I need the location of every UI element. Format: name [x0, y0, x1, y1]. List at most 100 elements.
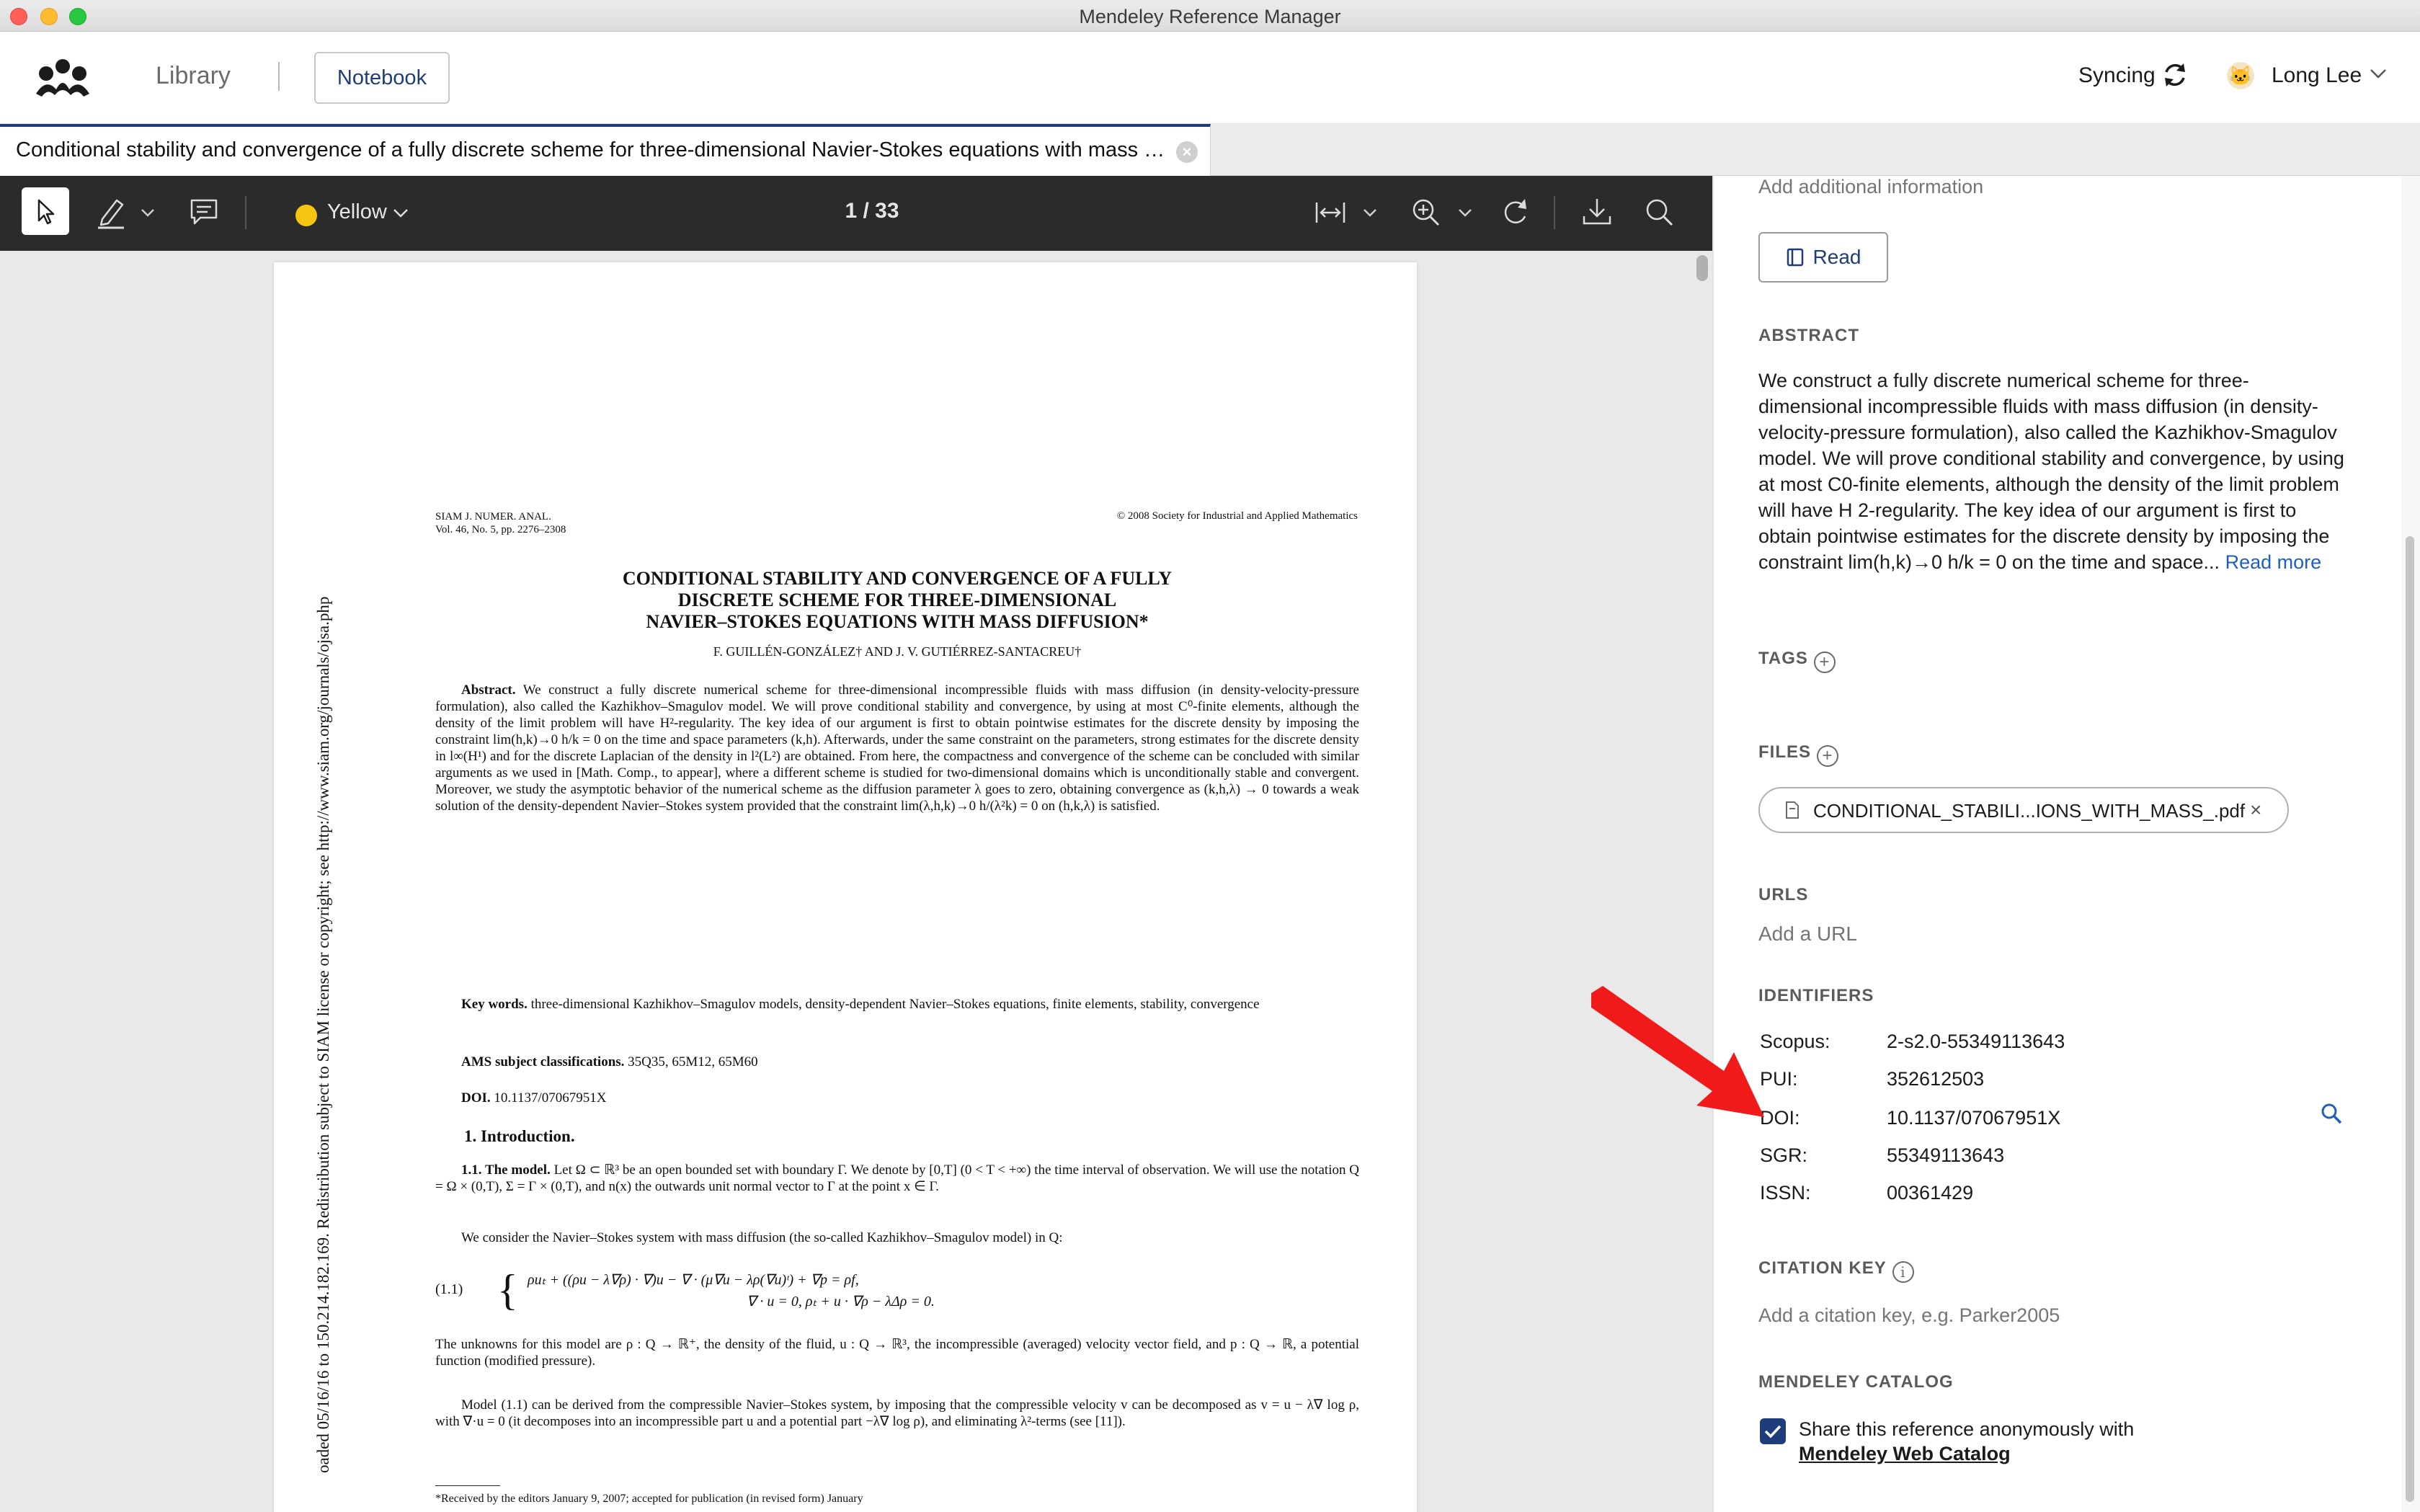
- download-icon[interactable]: [1581, 196, 1613, 228]
- document-tab[interactable]: Conditional stability and convergence of…: [0, 124, 1211, 176]
- highlighter-pen-icon[interactable]: [95, 195, 127, 231]
- pdf-scrollbar[interactable]: [1692, 251, 1712, 1512]
- remove-file-icon[interactable]: ×: [2250, 799, 2261, 822]
- identifier-row-doi: DOI: 10.1137/07067951X: [1758, 1107, 2364, 1142]
- paper-doi: DOI. 10.1137/07067951X: [435, 1090, 1359, 1106]
- user-name[interactable]: Long Lee: [2272, 63, 2362, 88]
- select-tool-button[interactable]: [22, 187, 69, 235]
- abstract-text: We construct a fully discrete numerical …: [435, 682, 1359, 814]
- document-tab-strip: Conditional stability and convergence of…: [0, 124, 2420, 176]
- abstract-text: We construct a fully discrete numerical …: [1758, 370, 2344, 573]
- mendeley-logo-icon: [36, 59, 89, 97]
- equation-brace: {: [497, 1266, 518, 1314]
- section-heading: 1. Introduction.: [464, 1127, 575, 1145]
- pdf-scrollbar-thumb[interactable]: [1696, 255, 1708, 281]
- identifiers-heading: IDENTIFIERS: [1758, 986, 1874, 1005]
- file-icon: [1786, 801, 1799, 819]
- pdf-page: oaded 05/16/16 to 150.214.182.169. Redis…: [274, 262, 1417, 1512]
- info-icon[interactable]: i: [1892, 1261, 1914, 1283]
- urls-heading: URLS: [1758, 885, 1809, 904]
- doi-text: 10.1137/07067951X: [494, 1090, 607, 1106]
- add-file-icon[interactable]: +: [1817, 745, 1839, 767]
- paper-ams: AMS subject classifications. 35Q35, 65M1…: [435, 1054, 1359, 1070]
- add-additional-info-link[interactable]: Add additional information: [1758, 176, 1983, 198]
- add-tag-icon[interactable]: +: [1813, 652, 1836, 673]
- read-more-link[interactable]: Read more: [2225, 551, 2322, 573]
- catalog-heading: MENDELEY CATALOG: [1758, 1372, 1954, 1392]
- cursor-arrow-icon: [37, 199, 55, 225]
- pdf-toolbar: Yellow 1 / 33: [0, 176, 1712, 251]
- chevron-down-icon[interactable]: [140, 208, 156, 219]
- equation-number: (1.1): [435, 1281, 463, 1297]
- nav-notebook-button[interactable]: Notebook: [314, 52, 450, 104]
- highlight-color-label[interactable]: Yellow: [327, 200, 387, 224]
- copyright-line: © 2008 Society for Industrial and Applie…: [1116, 510, 1358, 522]
- journal-info: SIAM J. NUMER. ANAL. Vol. 46, No. 5, pp.…: [435, 510, 566, 536]
- avatar[interactable]: 🐱: [2227, 62, 2254, 89]
- identifier-label: ISSN:: [1760, 1182, 1811, 1204]
- paper-authors: F. GUILLÉN-GONZÁLEZ† AND J. V. GUTIÉRREZ…: [713, 644, 1082, 659]
- red-pointer-arrow-icon: [1591, 986, 1764, 1117]
- share-label: Share this reference anonymously with Me…: [1799, 1417, 2134, 1466]
- sync-icon[interactable]: [2159, 59, 2191, 91]
- identifier-value[interactable]: 10.1137/07067951X: [1887, 1107, 2060, 1129]
- abstract-body: We construct a fully discrete numerical …: [1758, 368, 2349, 575]
- file-name: CONDITIONAL_STABILI...IONS_WITH_MASS_.pd…: [1813, 800, 2246, 822]
- nav-separator: [278, 62, 280, 91]
- model-text: Let Ω ⊂ ℝ³ be an open bounded set with b…: [435, 1162, 1359, 1194]
- document-tab-title: Conditional stability and convergence of…: [16, 138, 1166, 161]
- identifier-row-pui: PUI: 352612503: [1758, 1068, 2364, 1103]
- mendeley-web-catalog-link[interactable]: Mendeley Web Catalog: [1799, 1441, 2134, 1466]
- rotate-icon[interactable]: [1499, 196, 1531, 229]
- footnote-rule: [435, 1485, 500, 1486]
- identifier-label: Scopus:: [1760, 1031, 1830, 1052]
- fit-width-icon[interactable]: [1314, 200, 1346, 225]
- identifier-value[interactable]: 55349113643: [1887, 1144, 2004, 1167]
- files-heading-label: FILES: [1758, 742, 1812, 762]
- journal-line: SIAM J. NUMER. ANAL.: [435, 511, 551, 522]
- citation-key-heading-label: CITATION KEY: [1758, 1258, 1887, 1278]
- read-button[interactable]: Read: [1758, 232, 1888, 283]
- paper-title-line: CONDITIONAL STABILITY AND CONVERGENCE OF…: [622, 568, 1173, 589]
- equation-line: ρuₜ + ((ρu − λ∇ρ) · ∇)u − ∇ · (μ∇u − λρ(…: [528, 1272, 859, 1288]
- toolbar-divider: [1554, 196, 1555, 229]
- pdf-viewer: Yellow 1 / 33 oaded 05/16/16 to 150.214.…: [0, 176, 1712, 1512]
- tags-heading-label: TAGS: [1758, 649, 1808, 668]
- zoom-in-icon[interactable]: [1410, 196, 1443, 229]
- identifier-row-issn: ISSN: 00361429: [1758, 1182, 2364, 1217]
- identifier-value[interactable]: 2-s2.0-55349113643: [1887, 1031, 2065, 1053]
- page-counter: 1 / 33: [845, 199, 899, 223]
- paper-abstract: Abstract. We construct a fully discrete …: [435, 682, 1359, 814]
- details-scrollbar-thumb[interactable]: [2406, 536, 2414, 1502]
- tags-heading: TAGS +: [1758, 649, 1836, 673]
- search-icon[interactable]: [1643, 196, 1675, 228]
- unknowns-paragraph: The unknowns for this model are ρ : Q → …: [435, 1337, 1359, 1369]
- citation-key-heading: CITATION KEY i: [1758, 1258, 1914, 1283]
- footnote: *Received by the editors January 9, 2007…: [435, 1493, 863, 1505]
- file-attachment-chip[interactable]: CONDITIONAL_STABILI...IONS_WITH_MASS_.pd…: [1758, 787, 2289, 833]
- highlight-color-swatch[interactable]: [295, 205, 317, 226]
- close-tab-icon[interactable]: ×: [1176, 141, 1198, 163]
- add-url-field[interactable]: Add a URL: [1758, 922, 1857, 946]
- chevron-down-icon[interactable]: [2368, 66, 2388, 81]
- share-checkbox[interactable]: [1760, 1418, 1786, 1444]
- chevron-down-icon[interactable]: [1362, 208, 1378, 219]
- paper-keywords: Key words. three-dimensional Kazhikhov–S…: [435, 996, 1359, 1013]
- paper-title: CONDITIONAL STABILITY AND CONVERGENCE OF…: [432, 568, 1362, 633]
- derived-paragraph: Model (1.1) can be derived from the comp…: [435, 1397, 1359, 1429]
- app-header: Library Notebook Syncing 🐱 Long Lee: [0, 32, 2420, 124]
- identifier-value[interactable]: 352612503: [1887, 1068, 1984, 1090]
- read-button-label: Read: [1812, 246, 1861, 268]
- nav-library[interactable]: Library: [156, 62, 231, 90]
- comment-icon[interactable]: [189, 197, 219, 226]
- identifier-label: SGR:: [1760, 1144, 1808, 1166]
- identifier-value[interactable]: 00361429: [1887, 1182, 1973, 1204]
- keywords-text: three-dimensional Kazhikhov–Smagulov mod…: [530, 997, 1260, 1012]
- chevron-down-icon[interactable]: [392, 208, 409, 219]
- files-heading: FILES +: [1758, 742, 1839, 767]
- book-icon: [1787, 248, 1803, 267]
- citation-key-input[interactable]: Add a citation key, e.g. Parker2005: [1758, 1304, 2060, 1327]
- chevron-down-icon[interactable]: [1457, 208, 1473, 219]
- search-icon[interactable]: [2319, 1101, 2344, 1126]
- checkmark-icon: [1764, 1425, 1781, 1438]
